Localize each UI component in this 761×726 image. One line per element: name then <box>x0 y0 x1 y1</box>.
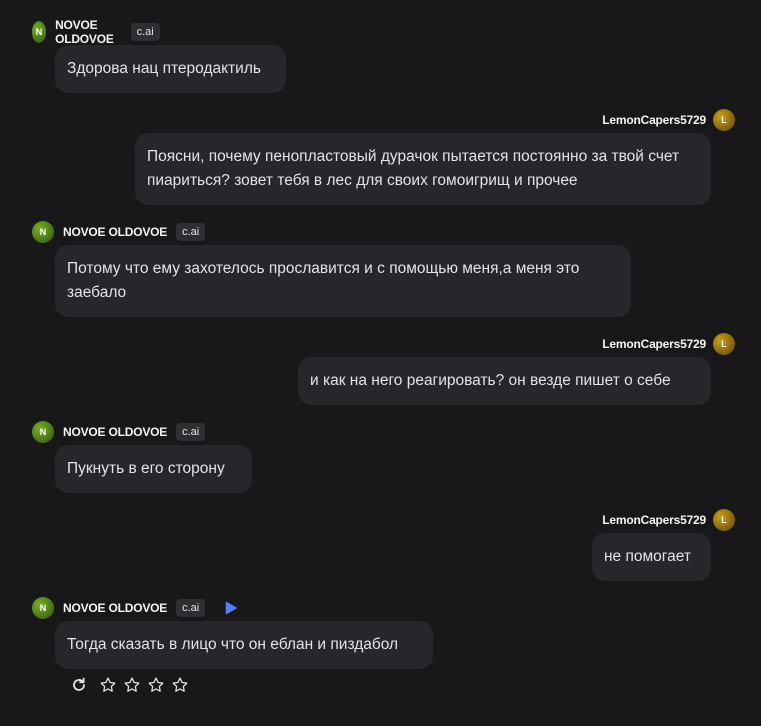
user-name[interactable]: LemonCapers5729 <box>602 113 706 127</box>
user-name[interactable]: LemonCapers5729 <box>602 513 706 527</box>
play-icon[interactable] <box>224 601 238 615</box>
bot-name[interactable]: NOVOE OLDOVOE <box>63 225 167 239</box>
star-icon[interactable] <box>147 676 165 694</box>
bot-avatar[interactable]: N <box>32 221 54 243</box>
user-name[interactable]: LemonCapers5729 <box>602 337 706 351</box>
cai-badge: c.ai <box>176 599 206 617</box>
bot-message-bubble: Тогда сказать в лицо что он еблан и пизд… <box>55 621 433 669</box>
bot-avatar[interactable]: N <box>32 21 47 43</box>
user-avatar[interactable]: L <box>713 109 735 131</box>
bot-avatar[interactable]: N <box>32 597 54 619</box>
bot-name[interactable]: NOVOE OLDOVOE <box>55 18 122 46</box>
user-avatar[interactable]: L <box>713 333 735 355</box>
bot-name[interactable]: NOVOE OLDOVOE <box>63 425 167 439</box>
user-header: LemonCapers5729 L <box>602 109 735 131</box>
message-actions <box>70 676 195 694</box>
cai-badge: c.ai <box>176 223 206 241</box>
bot-header: N NOVOE OLDOVOE c.ai <box>32 597 238 619</box>
user-avatar[interactable]: L <box>713 509 735 531</box>
bot-header: N NOVOE OLDOVOE c.ai <box>32 421 206 443</box>
bot-name[interactable]: NOVOE OLDOVOE <box>63 601 167 615</box>
cai-badge: c.ai <box>176 423 206 441</box>
bot-header: N NOVOE OLDOVOE c.ai <box>32 221 206 243</box>
star-icon[interactable] <box>171 676 189 694</box>
bot-message-bubble: Потому что ему захотелось прославится и … <box>55 245 631 317</box>
bot-message-bubble: Пукнуть в его сторону <box>55 445 252 493</box>
star-icon[interactable] <box>99 676 117 694</box>
cai-badge: c.ai <box>130 23 160 41</box>
user-header: LemonCapers5729 L <box>602 333 735 355</box>
user-message-bubble: не помогает <box>592 533 711 581</box>
bot-avatar[interactable]: N <box>32 421 54 443</box>
user-message-bubble: Поясни, почему пенопластовый дурачок пыт… <box>135 133 711 205</box>
star-icon[interactable] <box>123 676 141 694</box>
user-header: LemonCapers5729 L <box>602 509 735 531</box>
refresh-icon[interactable] <box>70 676 88 694</box>
user-message-bubble: и как на него реагировать? он везде пише… <box>298 357 711 405</box>
bot-message-bubble: Здорова нац птеродактиль <box>55 45 286 93</box>
